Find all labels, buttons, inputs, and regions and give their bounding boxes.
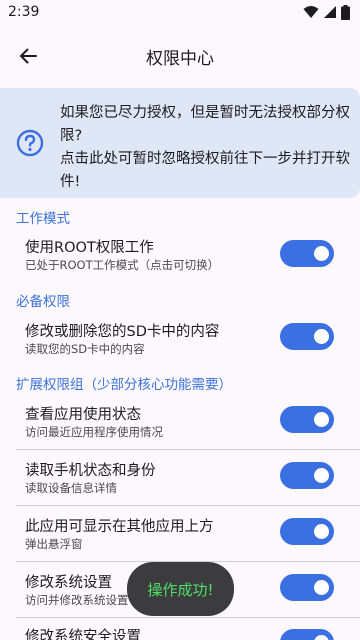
list-item-secure-settings[interactable]: 修改系统安全设置 xyxy=(0,621,360,640)
list-item-phone-state[interactable]: 读取手机状态和身份 读取设备信息详情 xyxy=(0,453,360,503)
list-item-title: 查看应用使用状态 xyxy=(25,407,141,423)
status-icons xyxy=(303,4,350,20)
section-header-work-mode: 工作模式 xyxy=(16,211,70,227)
divider xyxy=(16,617,360,618)
toggle-usage-stats[interactable] xyxy=(280,406,334,433)
list-item-title: 修改或删除您的SD卡中的内容 xyxy=(25,324,220,340)
toggle-knob xyxy=(314,468,329,483)
list-item-title: 读取手机状态和身份 xyxy=(25,463,156,479)
toggle-knob xyxy=(314,246,329,261)
toggle-knob xyxy=(314,580,329,595)
list-item-title: 修改系统设置 xyxy=(25,575,112,591)
toggle-knob xyxy=(314,635,329,640)
toggle-secure-settings[interactable] xyxy=(280,629,334,640)
section-header-required: 必备权限 xyxy=(16,294,70,310)
skip-authorization-card[interactable]: 如果您已尽力授权，但是暂时无法授权部分权 限? 点击此处可暂时忽略授权前往下一步… xyxy=(0,88,360,198)
list-item-subtitle: 弹出悬浮窗 xyxy=(25,537,83,551)
notice-line: 点击此处可暂时忽略授权前往下一步并打开软 xyxy=(60,151,350,167)
divider xyxy=(16,449,360,450)
notice-line: 限? xyxy=(60,128,83,144)
list-item-subtitle: 读取设备信息详情 xyxy=(25,481,117,495)
toggle-write-settings[interactable] xyxy=(280,574,334,601)
battery-icon xyxy=(341,4,350,20)
toggle-knob xyxy=(314,329,329,344)
toggle-phone-state[interactable] xyxy=(280,462,334,489)
list-item-sd-card[interactable]: 修改或删除您的SD卡中的内容 读取您的SD卡中的内容 xyxy=(0,314,360,364)
list-item-subtitle: 读取您的SD卡中的内容 xyxy=(25,342,145,356)
list-item-subtitle: 访问最近应用程序使用情况 xyxy=(25,425,163,439)
list-item-root-mode[interactable]: 使用ROOT权限工作 已处于ROOT工作模式（点击可切换） xyxy=(0,230,360,280)
toggle-knob xyxy=(314,524,329,539)
question-circle-icon xyxy=(16,129,44,157)
status-bar: 2:39 xyxy=(0,0,360,24)
divider xyxy=(16,505,360,506)
notice-text: 如果您已尽力授权，但是暂时无法授权部分权 限? 点击此处可暂时忽略授权前往下一步… xyxy=(60,102,352,194)
toast-message: 操作成功! xyxy=(147,580,214,599)
notice-line: 件! xyxy=(60,174,81,190)
success-toast: 操作成功! xyxy=(127,562,234,616)
toggle-knob xyxy=(314,412,329,427)
page-title: 权限中心 xyxy=(146,48,214,69)
list-item-subtitle: 访问并修改系统设置 xyxy=(25,593,129,607)
status-time: 2:39 xyxy=(8,4,40,20)
toggle-overlay[interactable] xyxy=(280,518,334,545)
list-item-title: 修改系统安全设置 xyxy=(25,629,141,640)
wifi-icon xyxy=(303,6,319,18)
list-item-title: 此应用可显示在其他应用上方 xyxy=(25,519,214,535)
list-item-overlay[interactable]: 此应用可显示在其他应用上方 弹出悬浮窗 xyxy=(0,509,360,559)
app-bar: 权限中心 xyxy=(0,24,360,88)
list-item-usage-stats[interactable]: 查看应用使用状态 访问最近应用程序使用情况 xyxy=(0,397,360,447)
list-item-title: 使用ROOT权限工作 xyxy=(25,240,154,256)
list-item-subtitle: 已处于ROOT工作模式（点击可切换） xyxy=(25,258,220,272)
toggle-root-mode[interactable] xyxy=(280,240,334,267)
section-header-extended: 扩展权限组（少部分核心功能需要） xyxy=(16,377,232,393)
cellular-signal-icon xyxy=(324,6,336,18)
notice-line: 如果您已尽力授权，但是暂时无法授权部分权 xyxy=(60,105,350,121)
toggle-sd-card[interactable] xyxy=(280,323,334,350)
